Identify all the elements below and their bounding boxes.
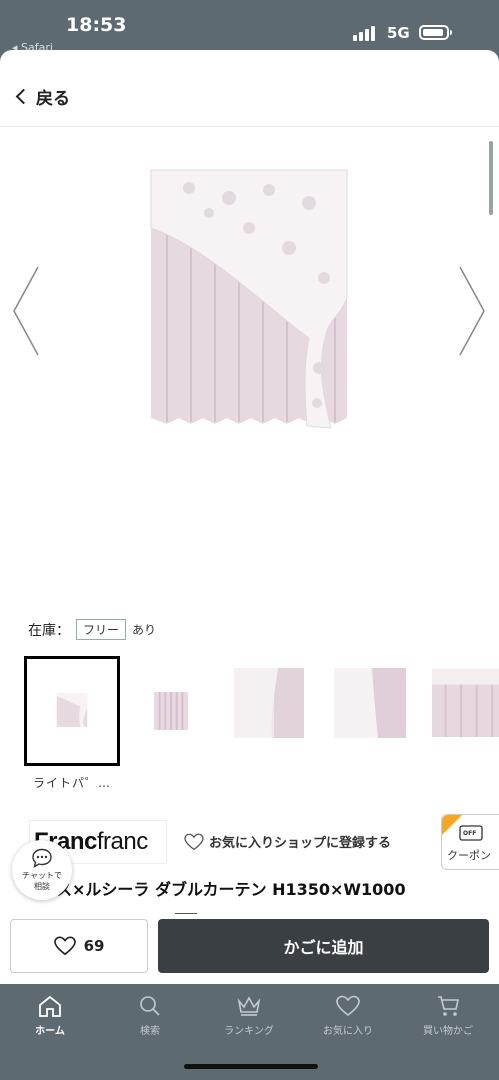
- home-icon: [39, 995, 61, 1017]
- network-label: 5G: [387, 24, 410, 42]
- search-icon: [140, 996, 160, 1016]
- thumbnail-strip: [0, 656, 499, 770]
- thumbnail-selected[interactable]: [24, 656, 120, 766]
- product-subtitle-cutoff: [27, 908, 227, 914]
- battery-icon: [419, 25, 452, 40]
- thumbnail-5[interactable]: [430, 656, 499, 766]
- heart-icon: [336, 995, 360, 1017]
- coupon-icon-text: OFF: [463, 830, 476, 837]
- logo-light-text: franc: [96, 828, 148, 855]
- product-title: ス×ルシーラ ダブルカーテン H1350×W1000: [56, 880, 406, 899]
- tab-cart-label: 買い物かご: [423, 1026, 473, 1037]
- size-tag[interactable]: フリー: [76, 619, 127, 640]
- tab-search-label: 検索: [140, 1026, 160, 1037]
- cutoff-text-fragment: [175, 913, 197, 914]
- thumbnail-3[interactable]: [232, 656, 328, 766]
- thumbnail-2[interactable]: [128, 656, 224, 766]
- like-button[interactable]: 69: [10, 919, 148, 973]
- add-to-cart-button[interactable]: かごに追加: [158, 919, 489, 973]
- heart-icon: [184, 833, 204, 850]
- chat-consult-button[interactable]: チャットで 相談: [12, 840, 72, 900]
- thumbnail-image: [334, 668, 406, 738]
- favorite-shop-label: お気に入りショップに登録する: [209, 836, 392, 851]
- tab-ranking[interactable]: ランキング: [199, 994, 299, 1037]
- stock-info: 在庫： フリー あり: [28, 619, 156, 640]
- status-time: 18:53: [66, 14, 127, 36]
- thumbnail-image: [56, 693, 88, 727]
- tab-search[interactable]: 検索: [100, 994, 200, 1037]
- gallery-next-button[interactable]: [450, 263, 490, 359]
- heart-icon: [53, 936, 76, 956]
- signal-icon: [353, 25, 377, 41]
- gallery-prev-button[interactable]: [8, 263, 48, 359]
- like-count: 69: [83, 937, 105, 955]
- chevron-left-icon: [13, 266, 39, 356]
- thumbnail-image: [234, 668, 304, 738]
- main-product-image: [149, 168, 351, 430]
- coupon-label: クーポン: [447, 849, 491, 862]
- chat-icon: [32, 848, 52, 868]
- coupon-button[interactable]: OFF クーポン: [441, 814, 499, 870]
- chat-label: チャットで 相談: [12, 870, 72, 892]
- tab-home-label: ホーム: [35, 1026, 65, 1037]
- chat-label-line1: チャットで: [22, 871, 62, 880]
- chevron-right-icon: [459, 266, 485, 356]
- thumbnail-image: [432, 669, 499, 737]
- thumbnail-4[interactable]: [332, 656, 428, 766]
- chevron-left-icon: [15, 88, 32, 105]
- product-image-gallery[interactable]: [0, 127, 499, 617]
- tab-favorites[interactable]: お気に入り: [298, 994, 398, 1037]
- page-sheet: 戻る 在庫： フリー あり ライトパ゜… Franc franc お気に入りショ…: [0, 50, 499, 984]
- tab-cart[interactable]: 買い物かご: [398, 994, 498, 1037]
- stock-label: 在庫：: [28, 622, 70, 639]
- tab-favorites-label: お気に入り: [323, 1026, 373, 1037]
- thumbnail-image: [153, 692, 189, 730]
- crown-icon: [237, 996, 261, 1016]
- action-bar: 69 かごに追加: [0, 918, 499, 984]
- back-button[interactable]: 戻る: [15, 84, 70, 109]
- coupon-ticket-icon: OFF: [459, 825, 483, 841]
- thumbnail-caption: ライトパ゜…: [33, 776, 112, 790]
- chat-label-line2: 相談: [34, 882, 50, 891]
- tab-ranking-label: ランキング: [224, 1026, 274, 1037]
- favorite-shop-button[interactable]: お気に入りショップに登録する: [184, 832, 391, 851]
- back-label: 戻る: [36, 89, 70, 109]
- nav-bar: 戻る: [0, 50, 499, 127]
- home-indicator[interactable]: [184, 1064, 318, 1069]
- tab-home[interactable]: ホーム: [0, 994, 100, 1037]
- stock-availability: あり: [132, 623, 157, 637]
- cart-icon: [438, 996, 459, 1016]
